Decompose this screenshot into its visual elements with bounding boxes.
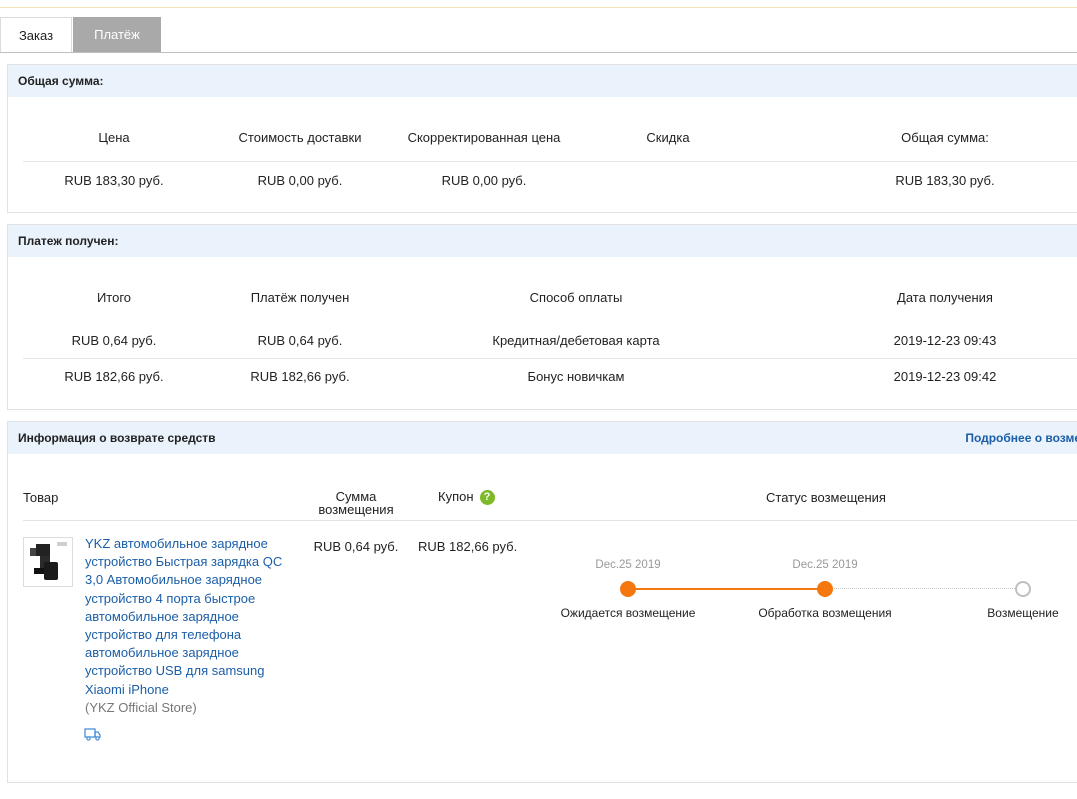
car-charger-product-image[interactable] [23, 537, 73, 587]
coupon-value: RUB 182,66 руб. [418, 539, 518, 554]
total-panel: Общая сумма: Цена Стоимость доставки Ско… [7, 64, 1077, 213]
value-adjusted-price: RUB 0,00 руб. [441, 173, 527, 188]
tab-bar: Заказ Платёж [0, 17, 1077, 53]
value-shipping-cost: RUB 0,00 руб. [257, 173, 343, 188]
payment-panel-title: Платеж получен: [8, 225, 1077, 257]
refund-panel-title: Информация о возврате средств [18, 431, 216, 445]
header-shipping-cost: Стоимость доставки [238, 130, 362, 145]
step1-date: Dec.25 2019 [595, 559, 661, 571]
header-grand-total: Общая сумма: [901, 130, 989, 145]
row1-total: RUB 0,64 руб. [71, 333, 157, 348]
header-price: Цена [98, 130, 130, 145]
step3-pending-marker [1015, 581, 1031, 597]
row1-date: 2019-12-23 09:43 [893, 333, 997, 348]
header-total: Итого [96, 290, 132, 305]
table-divider [23, 161, 1077, 162]
refund-panel-header: Информация о возврате средств Подробнее … [8, 422, 1077, 454]
step3-label: Возмещение [987, 606, 1059, 620]
header-coupon-label: Купон [438, 489, 474, 504]
header-coupon: Купон? [438, 489, 495, 506]
help-icon[interactable]: ? [479, 490, 495, 506]
row1-received: RUB 0,64 руб. [257, 333, 343, 348]
total-panel-title: Общая сумма: [8, 65, 1077, 97]
table-divider [23, 358, 1077, 359]
header-payment-method: Способ оплаты [529, 290, 623, 305]
row2-date: 2019-12-23 09:42 [893, 369, 997, 384]
step1-label: Ожидается возмещение [560, 606, 696, 620]
product-title-link[interactable]: YKZ автомобильное зарядное устройство Бы… [85, 535, 295, 699]
header-refund-status: Статус возмещения [766, 490, 886, 505]
row1-method: Кредитная/дебетовая карта [492, 333, 660, 348]
table-divider [23, 520, 1077, 521]
header-discount: Скидка [646, 130, 690, 145]
value-grand-total: RUB 183,30 руб. [895, 173, 995, 188]
row2-method: Бонус новичкам [527, 369, 625, 384]
header-product: Товар [23, 490, 59, 505]
header-adjusted-price: Скорректированная цена [407, 130, 561, 145]
payment-panel: Платеж получен: Итого Платёж получен Спо… [7, 224, 1077, 410]
timeline-pending-line [825, 588, 1015, 589]
header-refund-amount: Сумма возмещения [306, 490, 406, 516]
store-name[interactable]: (YKZ Official Store) [85, 700, 197, 715]
step2-date: Dec.25 2019 [792, 559, 858, 571]
refund-panel: Информация о возврате средств Подробнее … [7, 421, 1077, 783]
header-received-date: Дата получения [897, 290, 993, 305]
tab-payment[interactable]: Платёж [73, 17, 161, 52]
top-divider [0, 7, 1077, 8]
step2-label: Обработка возмещения [758, 606, 892, 620]
step1-done-marker [620, 581, 636, 597]
truck-icon [84, 727, 102, 741]
step2-done-marker [817, 581, 833, 597]
header-refund-amount-line2: возмещения [318, 502, 394, 517]
header-payment-received: Платёж получен [250, 290, 350, 305]
timeline-progress-line [628, 588, 825, 590]
refund-amount-value: RUB 0,64 руб. [313, 539, 399, 554]
tab-order[interactable]: Заказ [0, 17, 72, 52]
row2-total: RUB 182,66 руб. [64, 369, 164, 384]
refund-details-link[interactable]: Подробнее о возме [965, 422, 1077, 454]
row2-received: RUB 182,66 руб. [250, 369, 350, 384]
value-price: RUB 183,30 руб. [64, 173, 164, 188]
